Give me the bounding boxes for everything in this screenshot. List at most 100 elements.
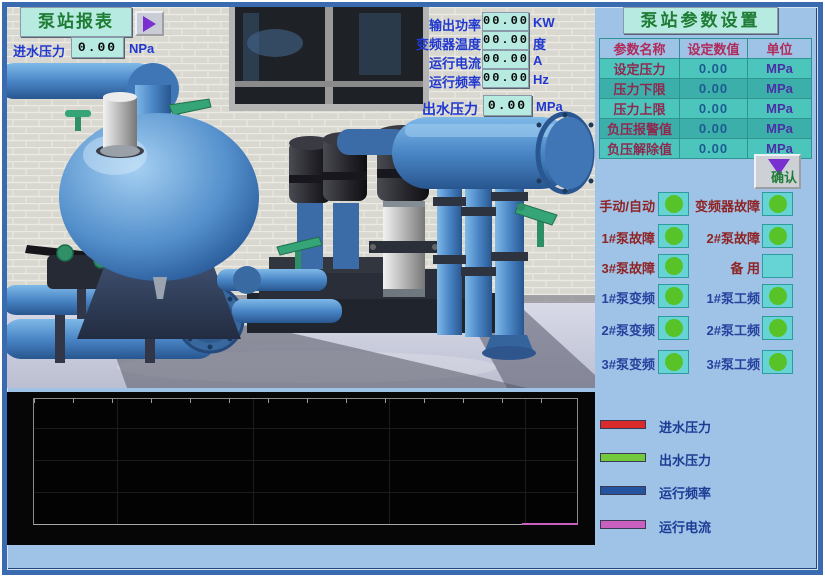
param-unit: MPa bbox=[748, 119, 812, 139]
legend-label: 运行频率 bbox=[659, 483, 711, 502]
param-name: 压力下限 bbox=[600, 79, 680, 99]
run-frequency-legend-swatch bbox=[600, 486, 646, 495]
discharge-manifold bbox=[392, 113, 594, 194]
status-row: 1#泵变频 1#泵工频 bbox=[589, 284, 811, 310]
trend-chart bbox=[7, 392, 595, 545]
pump1-mains-lamp bbox=[762, 284, 793, 308]
time-axis-ticks bbox=[34, 399, 577, 403]
pump3-mains-lamp bbox=[762, 350, 793, 374]
table-row: 压力下限 0.00 MPa bbox=[600, 79, 812, 99]
pump3-mains-label: 3#泵工频 bbox=[692, 354, 760, 373]
pump3-fault-lamp bbox=[658, 254, 689, 278]
confirm-button[interactable]: 确认 bbox=[754, 154, 801, 189]
pump3-vfd-lamp bbox=[658, 350, 689, 374]
param-unit: MPa bbox=[748, 59, 812, 79]
param-value-input[interactable]: 0.00 bbox=[680, 139, 748, 159]
horizontal-gridlines bbox=[34, 399, 577, 524]
pump1-fault-lamp bbox=[658, 224, 689, 248]
pressure-tank bbox=[59, 113, 259, 281]
trend-plot-area bbox=[33, 398, 578, 525]
outlet-pressure-value: 0.00 bbox=[483, 95, 532, 116]
pump3-fault-label: 3#泵故障 bbox=[589, 258, 655, 277]
param-name: 压力上限 bbox=[600, 99, 680, 119]
legend-label: 出水压力 bbox=[659, 450, 711, 469]
legend-item: 进水压力 bbox=[600, 417, 815, 435]
legend-item: 运行电流 bbox=[600, 517, 815, 535]
param-unit: MPa bbox=[748, 79, 812, 99]
report-nav-button[interactable] bbox=[135, 11, 164, 36]
table-row: 压力上限 0.00 MPa bbox=[600, 99, 812, 119]
spare-label: 备 用 bbox=[692, 258, 760, 277]
table-row: 负压报警值 0.00 MPa bbox=[600, 119, 812, 139]
status-row: 3#泵变频 3#泵工频 bbox=[589, 350, 811, 376]
status-row: 手动/自动 变频器故障 bbox=[589, 192, 811, 218]
table-row: 设定压力 0.00 MPa bbox=[600, 59, 812, 79]
pump2-mains-lamp bbox=[762, 316, 793, 340]
output-power-value: 00.00 bbox=[482, 12, 529, 31]
inverter-temp-label: 变频器温度 bbox=[411, 34, 481, 53]
inverter-fault-lamp bbox=[762, 192, 793, 216]
hmi-screen: 泵站报表 进水压力 0.00 NPa 输出功率 00.00 KW 变频器温度 0… bbox=[0, 0, 825, 577]
tank-top-cylinder bbox=[103, 97, 137, 151]
inlet-pressure-legend-swatch bbox=[600, 420, 646, 429]
legend-label: 运行电流 bbox=[659, 517, 711, 536]
run-frequency-value: 00.00 bbox=[482, 69, 529, 88]
pump1-fault-label: 1#泵故障 bbox=[589, 228, 655, 247]
inverter-fault-label: 变频器故障 bbox=[692, 196, 760, 215]
screen-frame: 泵站报表 进水压力 0.00 NPa 输出功率 00.00 KW 变频器温度 0… bbox=[2, 2, 823, 575]
pump1-vfd-lamp bbox=[658, 284, 689, 308]
status-row: 2#泵变频 2#泵工频 bbox=[589, 316, 811, 342]
run-frequency-label: 运行频率 bbox=[411, 72, 481, 91]
param-name: 负压报警值 bbox=[600, 119, 680, 139]
run-frequency-unit: Hz bbox=[533, 72, 549, 87]
run-current-value: 00.00 bbox=[482, 50, 529, 69]
pump1-mains-label: 1#泵工频 bbox=[692, 288, 760, 307]
inlet-pressure-unit: NPa bbox=[129, 41, 154, 56]
confirm-label: 确认 bbox=[771, 167, 797, 186]
report-button[interactable]: 泵站报表 bbox=[20, 7, 132, 37]
param-value-input[interactable]: 0.00 bbox=[680, 119, 748, 139]
run-current-label: 运行电流 bbox=[411, 53, 481, 72]
status-row: 1#泵故障 2#泵故障 bbox=[589, 224, 811, 250]
pump3-vfd-label: 3#泵变频 bbox=[589, 354, 655, 373]
outlet-pressure-legend-swatch bbox=[600, 453, 646, 462]
inlet-pressure-label: 进水压力 bbox=[13, 41, 65, 60]
col-unit: 单位 bbox=[748, 39, 812, 59]
legend-item: 运行频率 bbox=[600, 483, 815, 501]
pump1-vfd-label: 1#泵变频 bbox=[589, 288, 655, 307]
inverter-temp-value: 00.00 bbox=[482, 31, 529, 50]
pump2-fault-label: 2#泵故障 bbox=[692, 228, 760, 247]
param-unit: MPa bbox=[748, 99, 812, 119]
outlet-pressure-label: 出水压力 bbox=[422, 99, 478, 119]
pump2-vfd-label: 2#泵变频 bbox=[589, 320, 655, 339]
window bbox=[229, 7, 429, 111]
pump2-fault-lamp bbox=[762, 224, 793, 248]
play-icon bbox=[143, 16, 156, 32]
legend-item: 出水压力 bbox=[600, 450, 815, 468]
manual-auto-label: 手动/自动 bbox=[589, 196, 655, 215]
col-set-value: 设定数值 bbox=[680, 39, 748, 59]
outlet-pressure-unit: MPa bbox=[536, 99, 563, 114]
table-header-row: 参数名称 设定数值 单位 bbox=[600, 39, 812, 59]
pump2-vfd-lamp bbox=[658, 316, 689, 340]
run-current-legend-swatch bbox=[600, 520, 646, 529]
run-current-trace bbox=[522, 523, 578, 525]
param-name: 负压解除值 bbox=[600, 139, 680, 159]
spare-lamp bbox=[762, 254, 793, 278]
inlet-pressure-value: 0.00 bbox=[71, 37, 124, 58]
parameter-table: 参数名称 设定数值 单位 设定压力 0.00 MPa 压力下限 0.00 MPa… bbox=[599, 38, 812, 159]
param-name: 设定压力 bbox=[600, 59, 680, 79]
pump-station-3d-view: 泵站报表 进水压力 0.00 NPa 输出功率 00.00 KW 变频器温度 0… bbox=[7, 7, 595, 388]
param-value-input[interactable]: 0.00 bbox=[680, 59, 748, 79]
inverter-temp-unit: 度 bbox=[533, 34, 546, 53]
param-value-input[interactable]: 0.00 bbox=[680, 79, 748, 99]
pump2-mains-label: 2#泵工频 bbox=[692, 320, 760, 339]
param-value-input[interactable]: 0.00 bbox=[680, 99, 748, 119]
run-current-unit: A bbox=[533, 53, 542, 68]
settings-panel-title: 泵站参数设置 bbox=[623, 7, 778, 34]
manual-auto-lamp bbox=[658, 192, 689, 216]
col-param-name: 参数名称 bbox=[600, 39, 680, 59]
status-row: 3#泵故障 备 用 bbox=[589, 254, 811, 280]
legend-label: 进水压力 bbox=[659, 417, 711, 436]
output-power-label: 输出功率 bbox=[411, 15, 481, 34]
